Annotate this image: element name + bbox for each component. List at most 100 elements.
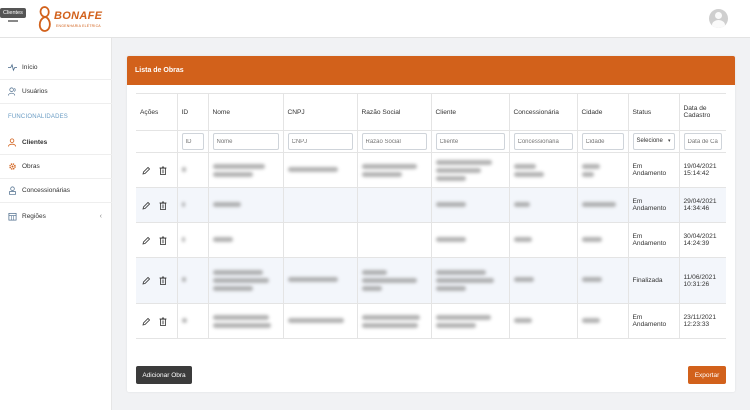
- menu-toggle-icon[interactable]: [8, 20, 18, 22]
- date-cell: 19/04/2021: [683, 163, 717, 170]
- gear-icon: [9, 163, 16, 170]
- redacted-nome: [212, 270, 263, 275]
- table-row: Em Andamento 29/04/2021 14:34:46: [136, 187, 726, 223]
- sidebar-item-label: Regiões: [22, 212, 46, 220]
- person-badge-icon: [8, 186, 17, 195]
- date-cell: 11/06/2021: [683, 273, 717, 281]
- table-row: Em Andamento 19/04/2021 15:14:42: [136, 152, 726, 188]
- date-cell: 29/04/2021: [683, 198, 717, 205]
- trash-icon[interactable]: [159, 166, 167, 175]
- redacted-razao-social: [361, 163, 417, 169]
- redacted-razao-social: [361, 270, 387, 275]
- redacted-cliente: [435, 167, 481, 173]
- sidebar-item-clientes[interactable]: Clientes: [0, 131, 112, 155]
- redacted-nome: [212, 236, 233, 242]
- filter-nome-input[interactable]: [212, 133, 279, 150]
- time-cell: 14:34:46: [683, 205, 710, 212]
- edit-icon[interactable]: [142, 166, 150, 175]
- column-header-cnpj[interactable]: CNPJ: [282, 93, 357, 131]
- sidebar-item-label: Clientes: [22, 139, 48, 146]
- calendar-grid-icon: [8, 212, 17, 220]
- redacted-razao-social: [361, 322, 418, 328]
- column-header-id[interactable]: ID: [176, 93, 208, 131]
- edit-icon[interactable]: [142, 276, 150, 285]
- column-header-status[interactable]: Status: [627, 93, 679, 131]
- add-obra-button[interactable]: Adicionar Obra: [136, 366, 192, 384]
- chevron-down-icon: ▾: [667, 138, 671, 144]
- column-header-cidade[interactable]: Cidade: [576, 93, 628, 131]
- column-header-nome[interactable]: Nome: [207, 93, 283, 131]
- redacted-cliente: [435, 175, 466, 181]
- redacted-cidade: [581, 277, 602, 282]
- redacted-concessionaria: [513, 277, 534, 282]
- sidebar-item-label: Usuários: [22, 88, 48, 95]
- filter-cnpj-input[interactable]: [287, 133, 353, 150]
- edit-icon[interactable]: [142, 317, 150, 326]
- redacted-cidade: [581, 201, 616, 207]
- export-button[interactable]: Exportar: [688, 366, 726, 384]
- sidebar-item-label: Obras: [22, 163, 40, 170]
- redacted-concessionaria: [513, 236, 532, 242]
- redacted-cnpj: [287, 277, 338, 282]
- obras-card: Lista de Obras Ações ID Nome CNPJ Razão …: [127, 56, 735, 392]
- column-header-data-cadastro[interactable]: Data de Cadastro: [678, 93, 726, 131]
- time-cell: 12:23:33: [683, 321, 710, 328]
- edit-icon[interactable]: [142, 236, 150, 245]
- sidebar-item-concessionarias[interactable]: Concessionárias: [0, 179, 112, 203]
- brand-logo[interactable]: BONAFE ENGENHARIA ELÉTRICA: [36, 5, 116, 33]
- redacted-cidade: [581, 163, 600, 169]
- trash-icon[interactable]: [159, 236, 167, 245]
- sidebar-item-regioes[interactable]: Regiões ‹: [0, 204, 112, 228]
- filter-concessionaria-input[interactable]: [513, 133, 573, 150]
- column-header-cliente[interactable]: Cliente: [430, 93, 509, 131]
- activity-icon: [8, 63, 17, 72]
- redacted-nome: [212, 201, 241, 207]
- filter-cidade-input[interactable]: [581, 133, 624, 150]
- tooltip: Clientes: [0, 8, 26, 18]
- filter-id-input[interactable]: [181, 133, 204, 150]
- column-header-acoes: Ações: [136, 93, 177, 131]
- trash-icon[interactable]: [159, 317, 167, 326]
- obras-table: Ações ID Nome CNPJ Razão Social Cliente …: [136, 93, 726, 339]
- date-cell: 30/04/2021: [683, 233, 717, 240]
- redacted-razao-social: [361, 314, 420, 320]
- sidebar: Início Usuários FUNCIONALIDADES Clientes…: [0, 38, 112, 410]
- avatar[interactable]: [709, 9, 728, 28]
- redacted-concessionaria: [513, 171, 544, 177]
- filter-data-cadastro-input[interactable]: [683, 133, 722, 150]
- chevron-left-icon[interactable]: ‹: [100, 213, 102, 220]
- redacted-nome: [212, 171, 253, 177]
- sidebar-item-obras[interactable]: Obras: [0, 155, 112, 179]
- sidebar-item-inicio[interactable]: Início: [0, 56, 112, 80]
- redacted-cidade: [581, 317, 600, 323]
- trash-icon[interactable]: [159, 201, 167, 210]
- column-header-razao-social[interactable]: Razão Social: [356, 93, 431, 131]
- redacted-cliente: [435, 201, 466, 207]
- table-row: Em Andamento 30/04/2021 14:24:39: [136, 222, 726, 258]
- filter-cliente-input[interactable]: [435, 133, 505, 150]
- redacted-id: [181, 277, 186, 282]
- filter-razao-social-input[interactable]: [361, 133, 427, 150]
- redacted-nome: [212, 322, 271, 328]
- status-cell: Em Andamento: [627, 222, 679, 258]
- trash-icon[interactable]: [159, 276, 167, 285]
- redacted-cliente: [435, 322, 476, 328]
- redacted-id: [181, 166, 186, 172]
- sidebar-item-label: Início: [22, 64, 38, 71]
- card-title: Lista de Obras: [127, 56, 735, 85]
- avatar-head: [715, 12, 722, 19]
- redacted-concessionaria: [513, 317, 532, 323]
- column-header-concessionaria[interactable]: Concessionária: [508, 93, 577, 131]
- redacted-concessionaria: [513, 163, 536, 169]
- table-row: Finalizada 11/06/2021 10:31:26: [136, 257, 726, 304]
- filter-cell-empty: [136, 130, 177, 153]
- filter-status-select[interactable]: Selecione ▾: [632, 133, 675, 150]
- filter-status-value: Selecione: [636, 138, 663, 144]
- table-header-row: Ações ID Nome CNPJ Razão Social Cliente …: [136, 93, 726, 131]
- sidebar-item-usuarios[interactable]: Usuários: [0, 80, 112, 104]
- redacted-cliente: [435, 270, 486, 275]
- edit-icon[interactable]: [142, 201, 150, 210]
- user-icon: [8, 138, 17, 147]
- table-filter-row: Selecione ▾: [136, 130, 726, 153]
- status-cell: Em Andamento: [627, 152, 679, 188]
